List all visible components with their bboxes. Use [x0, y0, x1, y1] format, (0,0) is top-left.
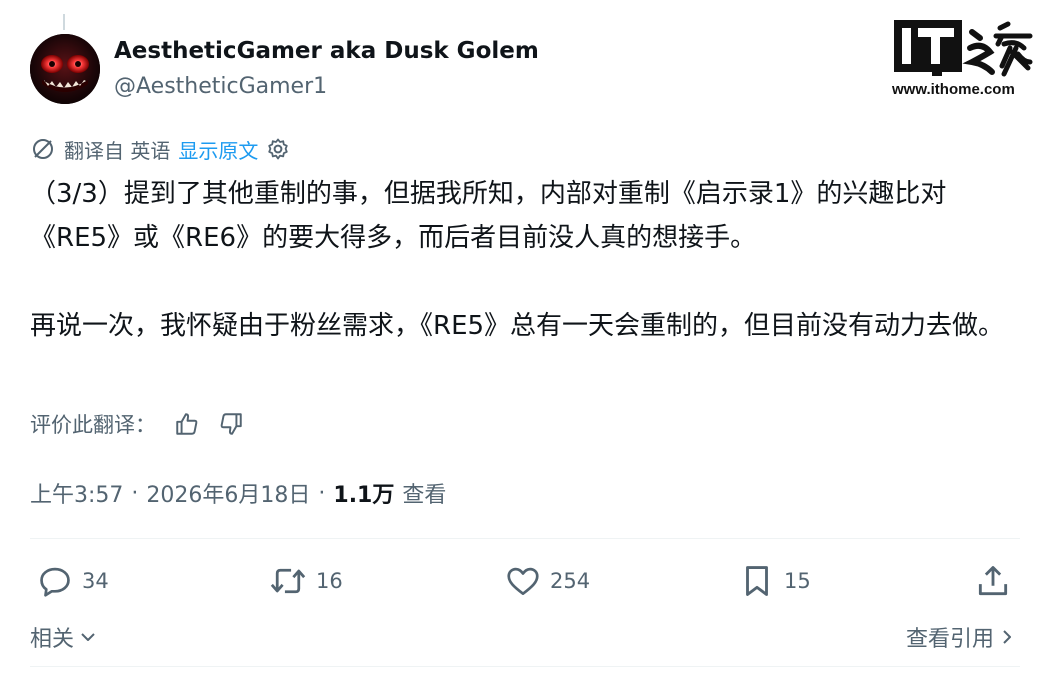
tweet-date[interactable]: 2026年6月18日 [146, 477, 310, 509]
meta-separator: · [131, 480, 139, 506]
views-label: 查看 [402, 483, 447, 508]
tweet-detail-page: AestheticGamer aka Dusk Golem @Aesthetic… [0, 0, 1048, 673]
related-toggle[interactable]: 相关 [30, 620, 98, 654]
share-button[interactable] [974, 558, 1012, 604]
reply-count: 34 [82, 569, 109, 593]
tweet-time[interactable]: 上午3:57 [30, 477, 123, 509]
rate-translation-label: 评价此翻译： [30, 413, 156, 437]
show-original-link[interactable]: 显示原文 [178, 135, 258, 164]
view-quotes-link[interactable]: 查看引用 [906, 620, 1016, 654]
like-count: 254 [550, 569, 591, 593]
reply-icon [36, 562, 74, 600]
tweet-action-bar: 34 16 254 15 [30, 558, 1020, 604]
related-label: 相关 [30, 627, 75, 652]
bookmark-count: 15 [784, 569, 811, 593]
gear-icon[interactable] [266, 137, 290, 161]
avatar-image [30, 34, 100, 104]
rate-translation-row: 评价此翻译： [30, 404, 244, 444]
meta-separator: · [318, 480, 326, 506]
thumbs-down-icon [218, 411, 244, 437]
thumbs-up-icon [174, 411, 200, 437]
view-quotes-label: 查看引用 [905, 627, 994, 652]
share-icon [974, 562, 1012, 600]
thread-connector-line [63, 14, 65, 30]
retweet-button[interactable]: 16 [268, 558, 343, 604]
translate-icon [30, 136, 56, 162]
ithome-watermark-url: www.ithome.com [892, 81, 1015, 98]
tweet-paragraph: （3/3）提到了其他重制的事，但据我所知，内部对重制《启示录1》的兴趣比对《RE… [30, 179, 947, 253]
thumbs-up-button[interactable] [174, 411, 200, 437]
bookmark-button[interactable]: 15 [738, 558, 811, 604]
author-display-name[interactable]: AestheticGamer aka Dusk Golem [114, 38, 539, 64]
divider [30, 666, 1020, 667]
author-handle[interactable]: @AestheticGamer1 [114, 74, 327, 99]
thumbs-down-button[interactable] [218, 411, 244, 437]
reply-button[interactable]: 34 [36, 558, 109, 604]
translated-from-label: 翻译自 英语 [64, 138, 171, 163]
tweet-text: （3/3）提到了其他重制的事，但据我所知，内部对重制《启示录1》的兴趣比对《RE… [30, 172, 1030, 348]
like-button[interactable]: 254 [504, 558, 590, 604]
views-count: 1.1万 [333, 483, 395, 508]
avatar[interactable] [30, 34, 100, 104]
retweet-icon [268, 562, 308, 600]
chevron-right-icon [998, 627, 1016, 647]
heart-icon [504, 562, 542, 600]
tweet-paragraph: 再说一次，我怀疑由于粉丝需求，《RE5》总有一天会重制的，但目前没有动力去做。 [30, 311, 1005, 341]
chevron-down-icon [78, 627, 98, 647]
divider [30, 538, 1020, 539]
tweet-meta: 上午3:57 · 2026年6月18日 · 1.1万 查看 [30, 475, 446, 511]
translation-bar: 翻译自 英语 显示原文 [30, 134, 290, 164]
bookmark-icon [738, 562, 776, 600]
retweet-count: 16 [316, 569, 343, 593]
